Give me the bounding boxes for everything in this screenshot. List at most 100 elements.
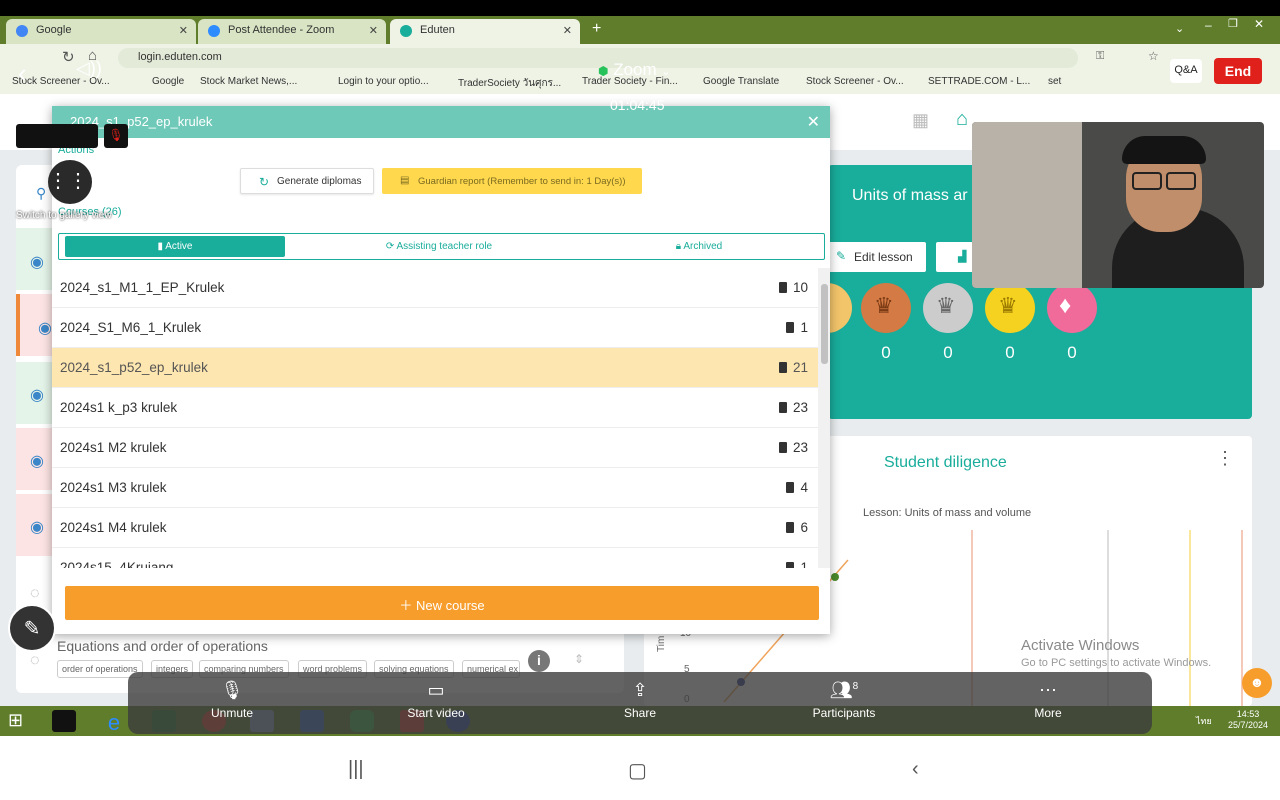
chevron-down-icon[interactable]: ⌄: [1175, 22, 1184, 35]
top-status-strip: [0, 0, 1280, 16]
minimize-icon[interactable]: –: [1205, 18, 1212, 32]
participants-button[interactable]: 👥︎8 Participants: [784, 680, 904, 720]
participants-label: Participants: [812, 706, 876, 720]
back-icon[interactable]: ‹: [912, 758, 919, 781]
course-list-scrollbar[interactable]: [818, 268, 830, 568]
info-icon[interactable]: i: [528, 650, 550, 672]
chevron-down-icon: ⌄: [661, 66, 671, 78]
eye-icon[interactable]: ◉: [30, 252, 44, 272]
eye-icon[interactable]: ◉: [30, 517, 44, 537]
windows-start-icon[interactable]: ⊞: [8, 710, 23, 731]
book-icon: [778, 362, 787, 373]
new-course-button[interactable]: ＋ New course: [65, 586, 819, 620]
participant-video-tile[interactable]: [972, 122, 1264, 288]
book-icon: [778, 402, 787, 413]
zoom-meeting-title[interactable]: ⬢ Zoom ⌄: [598, 60, 671, 80]
course-count: 23: [778, 440, 808, 455]
participants-icon: 👥︎8: [829, 680, 859, 700]
lesson-card-title: Units of mass ar: [852, 187, 968, 204]
qa-button[interactable]: Q&A: [1170, 59, 1202, 83]
clock-date: 25/7/2024: [1227, 720, 1268, 730]
edit-lesson-button[interactable]: ✎ Edit lesson: [828, 242, 926, 272]
bookmark-item[interactable]: set: [1048, 76, 1061, 87]
browser-tab-zoom[interactable]: Post Attendee - Zoom ✕: [198, 19, 386, 44]
browser-tab-eduten[interactable]: Eduten ✕: [390, 19, 580, 44]
course-row[interactable]: 2024s1 M3 krulek 4: [52, 468, 818, 508]
more-vertical-icon[interactable]: ⋮: [1216, 448, 1234, 469]
course-row[interactable]: 2024_S1_M6_1_Krulek 1: [52, 308, 818, 348]
tab-assisting-teacher[interactable]: ⟳ Assisting teacher role: [309, 236, 569, 257]
ie-icon[interactable]: e: [102, 710, 126, 735]
close-icon[interactable]: ✕: [807, 112, 820, 132]
tab-title: Eduten: [420, 24, 455, 36]
star-icon[interactable]: ☆: [1148, 49, 1159, 63]
participants-count: 8: [852, 681, 859, 692]
activate-windows-subtitle: Go to PC settings to activate Windows.: [1021, 657, 1212, 669]
chat-bubble-icon[interactable]: ☻: [1242, 668, 1272, 698]
system-clock[interactable]: 14:53 25/7/2024: [1228, 709, 1268, 731]
restore-icon[interactable]: ❐: [1228, 17, 1238, 30]
home-circle-icon[interactable]: ▢: [628, 758, 647, 783]
grid-icon[interactable]: ▦: [912, 110, 929, 131]
meeting-timer: 01:04:45: [610, 97, 665, 113]
diligence-title: Student diligence: [884, 454, 1007, 471]
close-tab-icon[interactable]: ✕: [369, 24, 378, 37]
bookmark-item[interactable]: Google: [152, 76, 184, 87]
home-icon[interactable]: ⌂: [956, 108, 968, 131]
course-row-selected[interactable]: 2024_s1_p52_ep_krulek 21: [52, 348, 818, 388]
gallery-grid-icon[interactable]: ⋮⋮⋮: [48, 160, 108, 204]
bookmark-item[interactable]: SETTRADE.COM - L...: [928, 76, 1030, 87]
y-axis-label: Tim: [656, 636, 667, 652]
close-tab-icon[interactable]: ✕: [563, 24, 572, 37]
sync-icon: ⟳: [385, 241, 397, 252]
course-row[interactable]: 2024s1 k_p3 krulek 23: [52, 388, 818, 428]
app-icon[interactable]: [52, 710, 76, 732]
browser-tab-google[interactable]: Google ✕: [6, 19, 196, 44]
language-indicator[interactable]: ไทย: [1196, 714, 1212, 728]
annotate-pencil-icon[interactable]: ✎: [8, 604, 56, 652]
eye-icon[interactable]: ◉: [30, 385, 44, 405]
generate-diplomas-button[interactable]: ↻ Generate diplomas: [240, 168, 374, 194]
bookmark-item[interactable]: Stock Screener - Ov...: [806, 76, 904, 87]
bookmark-item[interactable]: Google Translate: [703, 76, 779, 87]
stats-button[interactable]: ▟: [936, 242, 976, 272]
modal-header: 2024_s1_p52_ep_krulek ✕: [52, 106, 830, 138]
bookmark-item[interactable]: Login to your optio...: [338, 76, 429, 87]
guardian-report-button[interactable]: ▤ Guardian report (Remember to send in: …: [382, 168, 642, 194]
end-meeting-button[interactable]: End: [1214, 58, 1262, 84]
eye-icon[interactable]: ◉: [30, 451, 44, 471]
close-tab-icon[interactable]: ✕: [179, 24, 188, 37]
recent-apps-icon[interactable]: |||: [348, 758, 364, 781]
more-button[interactable]: ⋯ More: [988, 680, 1108, 720]
course-row[interactable]: 2024s15_4Kruiang 1: [52, 548, 818, 568]
bookmark-item[interactable]: Stock Market News,...: [200, 76, 297, 87]
course-count-value: 1: [800, 560, 808, 568]
drag-handle-icon[interactable]: ⇕: [574, 652, 584, 666]
key-icon[interactable]: ⚿: [1096, 50, 1104, 63]
start-video-label: Start video: [407, 706, 465, 720]
eye-icon[interactable]: ◉: [38, 318, 52, 338]
bookmark-item[interactable]: TraderSociety วันศุกร...: [458, 76, 561, 91]
back-chevron-icon[interactable]: ‹: [18, 58, 27, 89]
search-icon[interactable]: ⚲: [36, 185, 46, 202]
course-name: 2024s1 M4 krulek: [60, 520, 167, 535]
course-row[interactable]: 2024s1 M4 krulek 6: [52, 508, 818, 548]
share-button[interactable]: ⇪ Share: [580, 680, 700, 720]
video-off-icon: ▭: [427, 680, 445, 700]
scrollbar-thumb[interactable]: [821, 284, 828, 364]
start-video-button[interactable]: ▭ Start video: [376, 680, 496, 720]
bar-chart-icon: ▟: [958, 251, 967, 263]
speaker-icon[interactable]: ◁)): [76, 58, 102, 79]
close-window-icon[interactable]: ✕: [1254, 17, 1264, 31]
tab-archived[interactable]: 🔒︎ Archived: [619, 236, 779, 257]
unmute-button[interactable]: 🎙︎ Unmute: [172, 680, 292, 720]
course-row[interactable]: 2024s1 M2 krulek 23: [52, 428, 818, 468]
new-tab-icon[interactable]: +: [592, 20, 601, 38]
eye-off-icon[interactable]: ◌: [30, 652, 40, 670]
diamond-icon: ♦: [1047, 283, 1097, 333]
tab-active[interactable]: ▮ Active: [65, 236, 285, 257]
tab-title: Google: [36, 24, 72, 36]
course-row[interactable]: 2024_s1_M1_1_EP_Krulek 10: [52, 268, 818, 308]
eye-off-icon[interactable]: ◌: [30, 585, 40, 603]
reload-icon[interactable]: ↻: [62, 48, 75, 66]
